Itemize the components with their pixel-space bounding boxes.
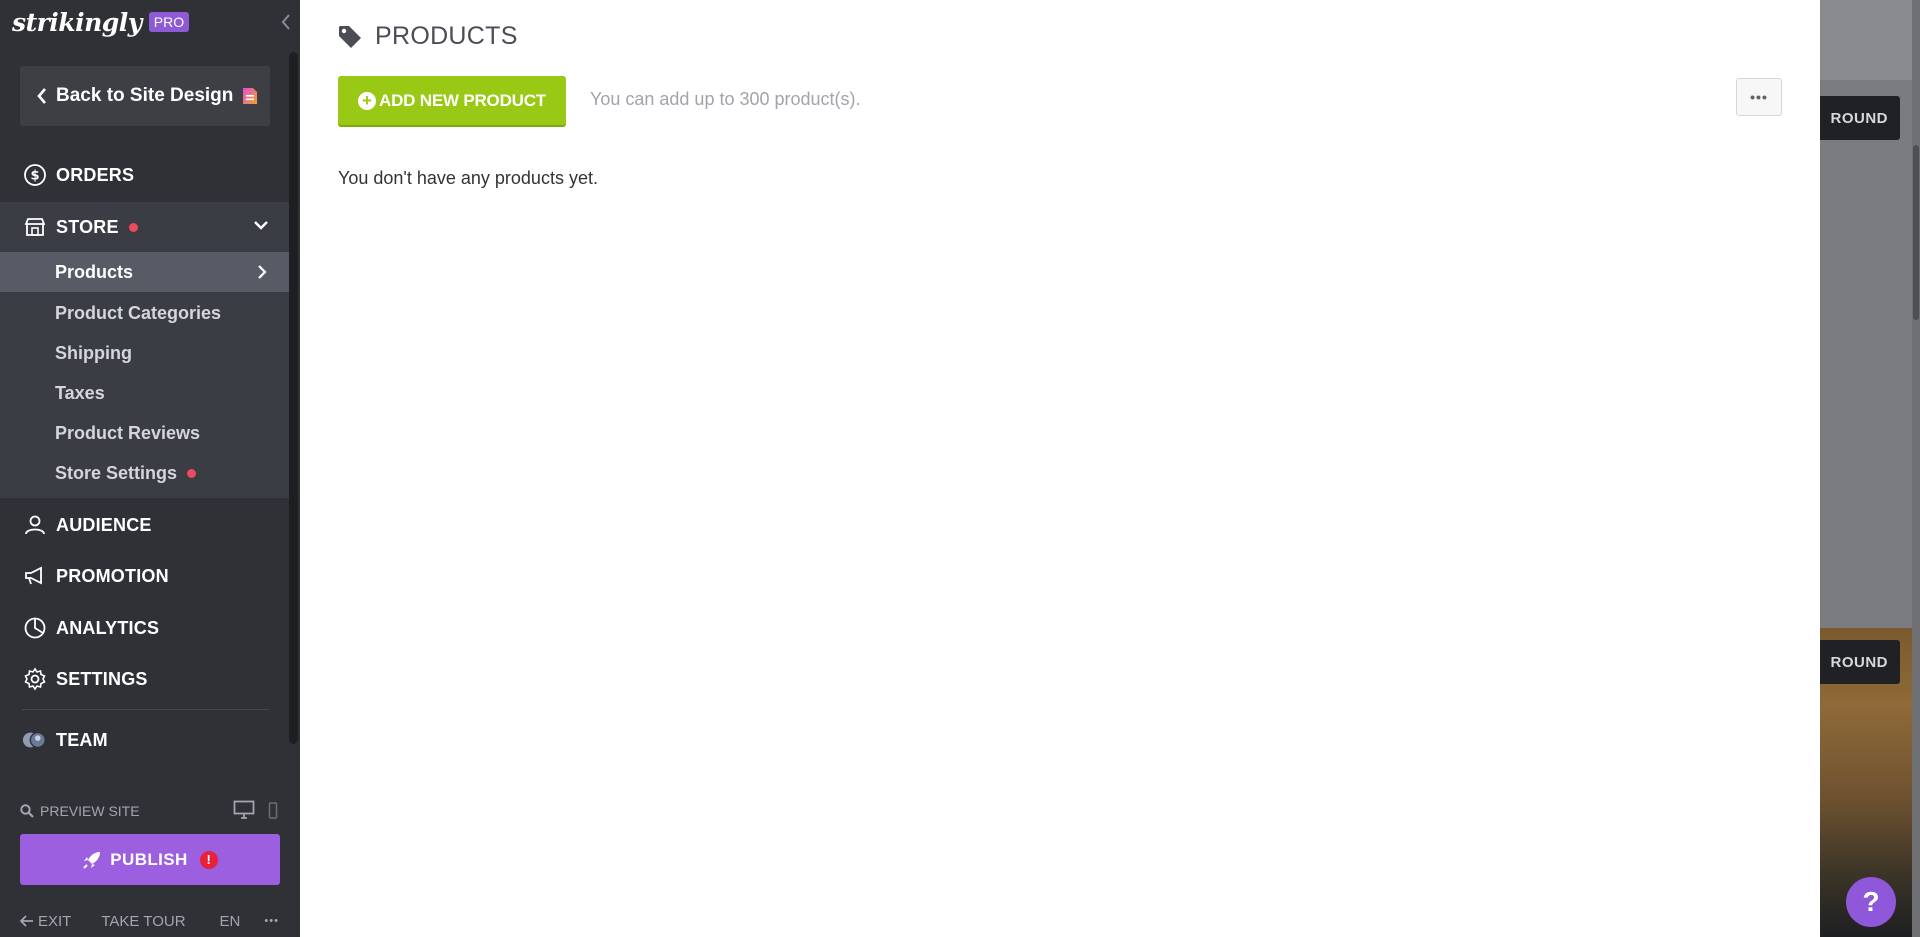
store-notification-dot: [128, 222, 138, 232]
megaphone-icon: [22, 563, 48, 589]
nav-promotion-label: PROMOTION: [56, 565, 169, 586]
exit-link[interactable]: EXIT: [38, 913, 71, 930]
nav-team[interactable]: TEAM: [0, 715, 289, 765]
desktop-icon[interactable]: [233, 800, 255, 820]
language-selector[interactable]: EN: [220, 913, 241, 930]
back-to-site-design-button[interactable]: Back to Site Design: [20, 66, 270, 126]
sidebar: strikingly PRO Back to Site Design $ ORD…: [0, 0, 300, 937]
page-title-text: PRODUCTS: [375, 22, 518, 50]
page-title: PRODUCTS: [337, 22, 518, 51]
preview-site-row: PREVIEW SITE: [20, 800, 280, 822]
nav-orders-label: ORDERS: [56, 164, 135, 185]
plus-circle-icon: +: [358, 91, 376, 110]
preview-background-button[interactable]: ROUND: [1820, 640, 1900, 684]
nav-store-label: STORE: [56, 216, 119, 237]
sidebar-item-label: Product Reviews: [55, 422, 201, 443]
site-preview-background: ROUND ROUND ?: [1820, 0, 1920, 937]
sidebar-item-label: Shipping: [55, 342, 132, 363]
sidebar-item-label: Store Settings: [55, 462, 178, 483]
nav-promotion[interactable]: PROMOTION: [0, 551, 289, 601]
svg-text:$: $: [30, 169, 39, 184]
nav-team-label: TEAM: [56, 729, 108, 750]
preview-section: [1820, 80, 1920, 630]
sidebar-item-label: Products: [55, 261, 134, 282]
nav-audience-label: AUDIENCE: [56, 514, 152, 535]
add-new-product-label: ADD NEW PRODUCT: [379, 90, 546, 110]
empty-state-text: You don't have any products yet.: [338, 168, 598, 188]
rocket-icon: [83, 851, 101, 869]
footer-more-button[interactable]: •••: [264, 915, 279, 927]
sidebar-item-product-categories[interactable]: Product Categories: [0, 293, 289, 333]
arrow-left-icon: [20, 915, 33, 927]
publish-button[interactable]: PUBLISH !: [20, 834, 280, 885]
add-new-product-button[interactable]: + ADD NEW PRODUCT: [338, 76, 566, 125]
user-icon: [22, 512, 48, 538]
sidebar-item-label: Product Categories: [55, 302, 222, 323]
preview-scrollbar[interactable]: [1912, 0, 1920, 937]
more-options-button[interactable]: •••: [1736, 78, 1782, 116]
nav-audience[interactable]: AUDIENCE: [0, 500, 289, 550]
nav-settings[interactable]: SETTINGS: [0, 654, 289, 704]
pro-badge: PRO: [148, 12, 190, 32]
logo-text: strikingly: [12, 7, 142, 37]
sidebar-footer: EXIT TAKE TOUR EN •••: [20, 911, 285, 931]
publish-label: PUBLISH: [110, 849, 188, 869]
chevron-left-icon: [37, 88, 46, 104]
mobile-icon[interactable]: [268, 802, 278, 819]
nav-orders[interactable]: $ ORDERS: [0, 150, 289, 200]
sidebar-item-shipping[interactable]: Shipping: [0, 333, 289, 373]
dollar-circle-icon: $: [22, 162, 48, 188]
preview-site-link[interactable]: PREVIEW SITE: [40, 803, 140, 819]
help-icon[interactable]: ?: [1846, 877, 1896, 927]
products-panel: PRODUCTS + ADD NEW PRODUCT You can add u…: [300, 0, 1820, 937]
sidebar-item-taxes[interactable]: Taxes: [0, 373, 289, 413]
publish-warning-badge: !: [199, 850, 218, 869]
nav-analytics[interactable]: ANALYTICS: [0, 603, 289, 653]
tag-icon: [339, 25, 361, 48]
preview-background-button[interactable]: ROUND: [1820, 96, 1900, 140]
take-tour-link[interactable]: TAKE TOUR: [101, 913, 185, 930]
chevron-down-icon[interactable]: [253, 219, 269, 231]
nav-store[interactable]: STORE: [0, 202, 289, 252]
chevron-right-icon: [258, 265, 267, 279]
sidebar-item-label: Taxes: [55, 382, 105, 403]
collapse-chevron-icon[interactable]: [280, 12, 292, 32]
store-icon: [22, 214, 48, 240]
sidebar-item-store-settings[interactable]: Store Settings: [0, 453, 289, 493]
preview-header: [1820, 0, 1920, 80]
search-icon: [20, 804, 34, 818]
team-avatar-icon: [22, 727, 48, 753]
sidebar-item-products[interactable]: Products: [0, 252, 289, 292]
gear-icon: [22, 666, 48, 692]
back-button-label: Back to Site Design: [56, 85, 234, 106]
product-limit-text: You can add up to 300 product(s).: [590, 89, 861, 109]
store-settings-notification-dot: [187, 468, 197, 478]
sidebar-item-product-reviews[interactable]: Product Reviews: [0, 413, 289, 453]
nav-settings-label: SETTINGS: [56, 668, 148, 689]
preview-scrollbar-thumb[interactable]: [1913, 145, 1919, 320]
nav-analytics-label: ANALYTICS: [56, 617, 160, 638]
logo[interactable]: strikingly PRO: [12, 6, 190, 38]
sidebar-divider: [22, 709, 269, 710]
page-icon: [243, 88, 258, 104]
sidebar-scrollbar[interactable]: [289, 52, 298, 744]
pie-chart-icon: [22, 615, 48, 641]
